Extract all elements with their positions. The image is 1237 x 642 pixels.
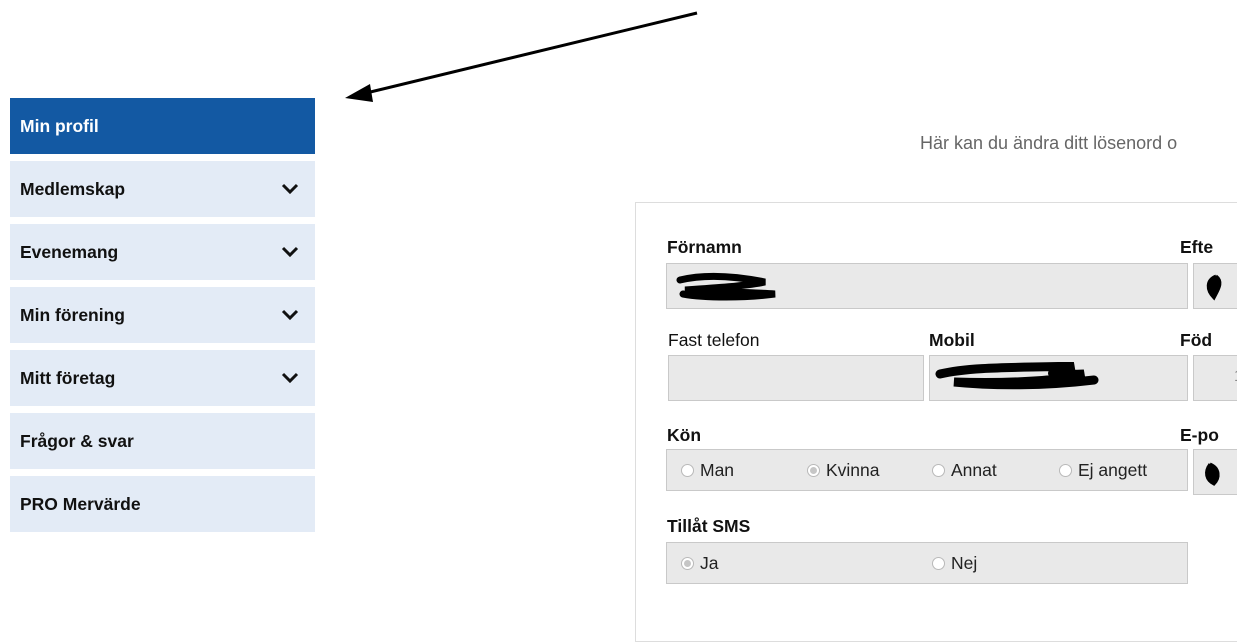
- radio-selected-icon[interactable]: [807, 463, 820, 477]
- redaction-scribble: [1205, 462, 1220, 486]
- sms-radio-group: Ja Nej: [666, 542, 1188, 584]
- profile-form: Förnamn Efte Fast telefon Mobil Föd 1 Kö…: [635, 202, 1237, 642]
- kon-label: Kön: [667, 425, 702, 445]
- sidebar-item-label: Min profil: [20, 115, 99, 136]
- fast-telefon-field[interactable]: [668, 355, 924, 401]
- radio-icon[interactable]: [932, 463, 945, 477]
- chevron-down-icon[interactable]: [279, 241, 301, 263]
- sidebar-item-label: Medlemskap: [20, 178, 126, 199]
- kon-option-kvinna[interactable]: Kvinna: [807, 450, 880, 490]
- epost-label: E-po: [1180, 425, 1219, 445]
- mobil-field[interactable]: [929, 355, 1188, 401]
- radio-icon[interactable]: [1059, 463, 1072, 477]
- fornamn-label: Förnamn: [667, 237, 742, 257]
- chevron-down-icon[interactable]: [279, 304, 301, 326]
- sidebar-item-label: PRO Mervärde: [20, 493, 141, 514]
- efternamn-field[interactable]: [1193, 263, 1237, 309]
- sidebar-item-label: Mitt företag: [20, 367, 116, 388]
- radio-label: Kvinna: [826, 459, 880, 480]
- sidebar-item-min-profil[interactable]: Min profil: [10, 98, 315, 154]
- kon-option-man[interactable]: Man: [681, 450, 734, 490]
- sms-label: Tillåt SMS: [667, 516, 751, 536]
- mobil-label: Mobil: [929, 330, 975, 350]
- fodelse-field[interactable]: 1: [1193, 355, 1237, 401]
- radio-icon[interactable]: [681, 463, 694, 477]
- chevron-down-icon[interactable]: [279, 367, 301, 389]
- radio-label: Ja: [700, 552, 719, 573]
- sidebar-item-min-forening[interactable]: Min förening: [10, 287, 315, 343]
- sms-option-nej[interactable]: Nej: [932, 543, 977, 583]
- radio-label: Man: [700, 459, 735, 480]
- kon-option-annat[interactable]: Annat: [932, 450, 997, 490]
- redaction-scribble: [935, 362, 1099, 390]
- sidebar-item-fragor-svar[interactable]: Frågor & svar: [10, 413, 315, 469]
- sidebar-item-evenemang[interactable]: Evenemang: [10, 224, 315, 280]
- radio-label: Nej: [951, 552, 978, 573]
- radio-icon[interactable]: [932, 556, 945, 570]
- sms-option-ja[interactable]: Ja: [681, 543, 718, 583]
- redaction-scribble: [1206, 274, 1222, 301]
- fodelse-label: Föd: [1180, 330, 1213, 350]
- sidebar-item-medlemskap[interactable]: Medlemskap: [10, 161, 315, 217]
- sidebar-item-mitt-foretag[interactable]: Mitt företag: [10, 350, 315, 406]
- sidebar-item-label: Frågor & svar: [20, 430, 134, 451]
- chevron-down-icon[interactable]: [279, 178, 301, 200]
- sidebar-item-label: Min förening: [20, 304, 125, 325]
- sidebar-item-pro-mervarde[interactable]: PRO Mervärde: [10, 476, 315, 532]
- fast-telefon-label: Fast telefon: [668, 330, 760, 350]
- kon-radio-group: Man Kvinna Annat Ej angett: [666, 449, 1188, 491]
- kon-option-ej-angett[interactable]: Ej angett: [1059, 450, 1147, 490]
- efternamn-label: Efte: [1180, 237, 1214, 257]
- sidebar-item-label: Evenemang: [20, 241, 119, 262]
- radio-label: Ej angett: [1078, 459, 1148, 480]
- fornamn-field[interactable]: [666, 263, 1188, 309]
- radio-selected-icon[interactable]: [681, 556, 694, 570]
- epost-field[interactable]: [1193, 449, 1237, 495]
- radio-label: Annat: [951, 459, 997, 480]
- sidebar-nav: Min profil Medlemskap Evenemang Min före…: [10, 98, 315, 539]
- redaction-scribble: [676, 272, 776, 301]
- intro-text: Här kan du ändra ditt lösenord o: [920, 133, 1178, 153]
